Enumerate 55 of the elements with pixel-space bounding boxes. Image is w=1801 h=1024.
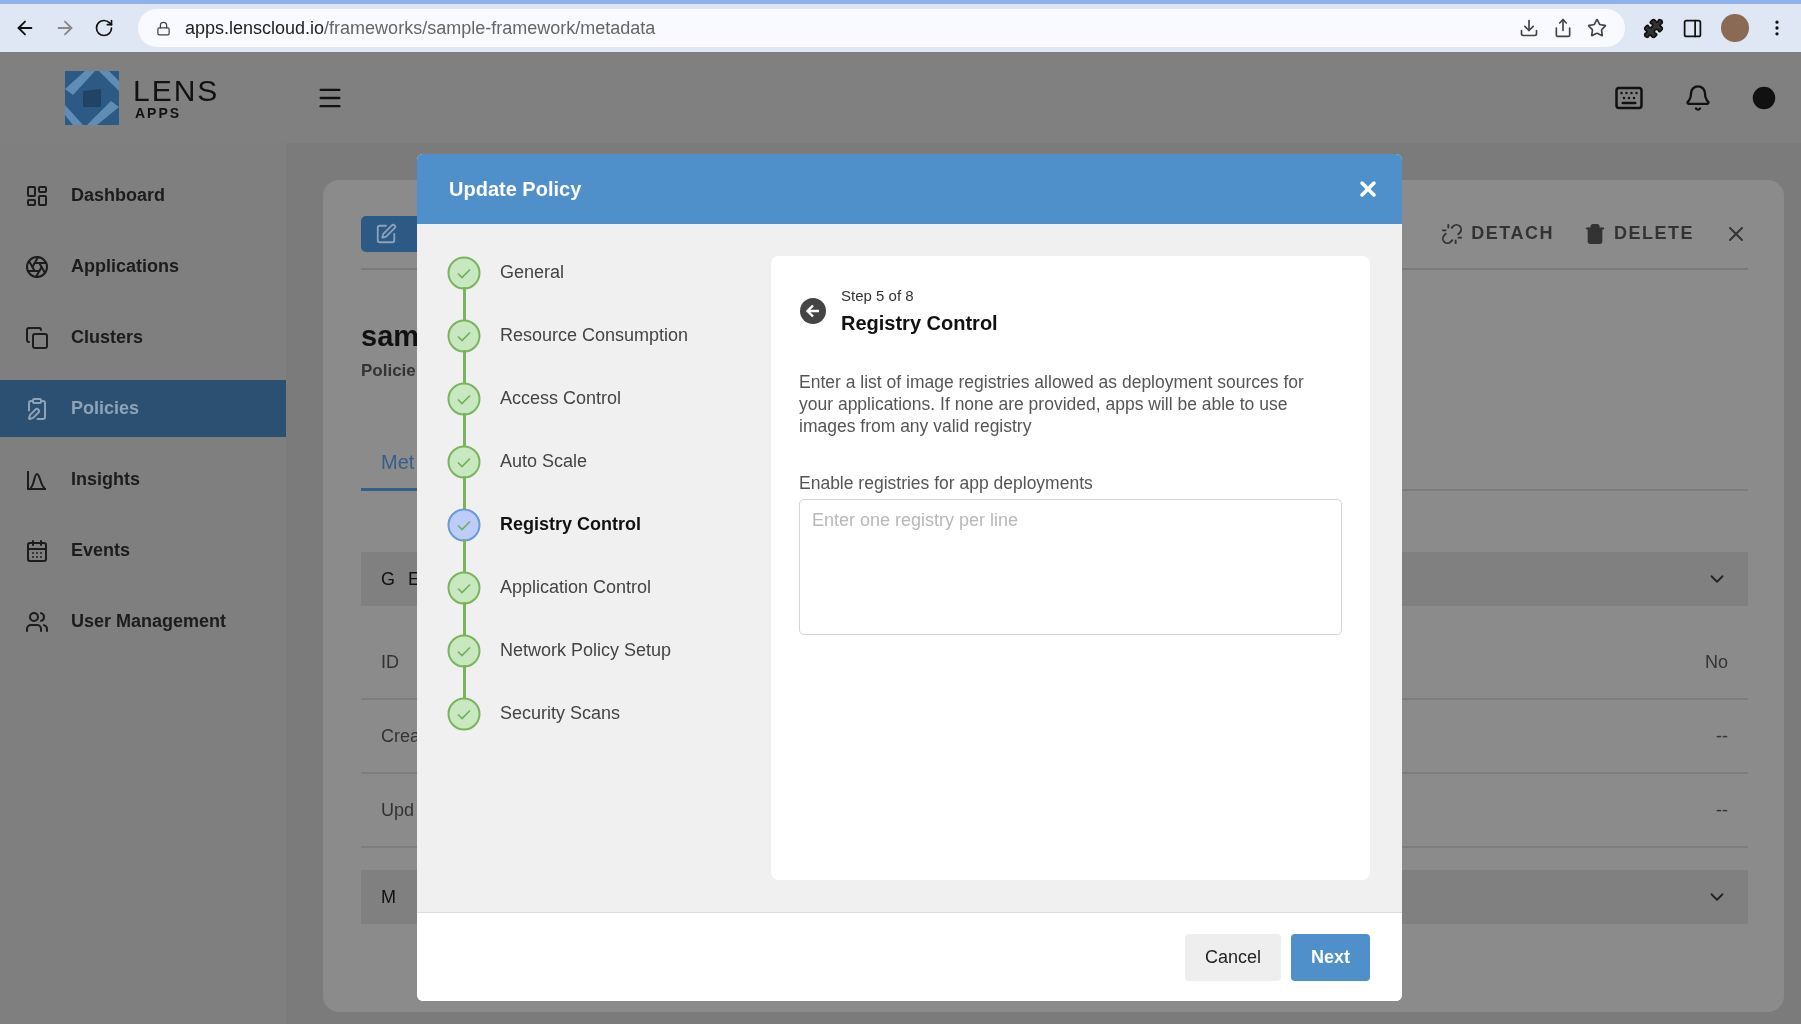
people-icon	[25, 609, 49, 634]
policy-subtitle: Policie	[361, 361, 416, 381]
lock-icon	[156, 20, 171, 36]
reload-icon[interactable]	[94, 18, 114, 38]
sidebar-item[interactable]: User Management	[0, 593, 286, 650]
unlink-icon	[1441, 222, 1464, 245]
step-label[interactable]: Application Control	[500, 577, 652, 598]
star-icon[interactable]	[1587, 18, 1607, 38]
sidebar-item[interactable]: Dashboard	[0, 167, 286, 224]
sidebar-item[interactable]: Insights	[0, 451, 286, 508]
dialog-title: Update Policy	[449, 177, 582, 201]
clipboard-icon	[25, 396, 49, 421]
sidebar-item[interactable]: Clusters	[0, 309, 286, 366]
pen-square-icon	[375, 222, 397, 245]
action-button[interactable]: DETACH	[1441, 222, 1554, 245]
dashboard-icon	[25, 183, 49, 208]
download-icon[interactable]	[1519, 18, 1539, 38]
calendar-icon	[25, 538, 49, 563]
step-description: Enter a list of image registries allowed as deployment sources for your applications. If none are provided, apps will be able to use images from any valid registry	[799, 371, 1305, 437]
step-label[interactable]: Resource Consumption	[500, 325, 689, 346]
step-label[interactable]: Network Policy Setup	[500, 640, 672, 661]
puzzle-icon[interactable]	[1643, 17, 1664, 39]
field-value: --	[1716, 725, 1728, 747]
step-label[interactable]: Security Scans	[500, 703, 621, 724]
cancel-button[interactable]: Cancel	[1184, 933, 1281, 981]
step-counter: Step 5 of 8	[841, 287, 915, 304]
sidebar-item[interactable]: Applications	[0, 238, 286, 295]
logo-subtext: APPS	[135, 105, 183, 120]
address-bar[interactable]: apps.lenscloud.io/frameworks/sample-framework/metadata	[138, 9, 1625, 47]
copy-icon	[25, 325, 49, 350]
field-label: Enable registries for app deployments	[799, 473, 1094, 494]
url-text: apps.lenscloud.io/frameworks/sample-framework/metadata	[185, 17, 656, 39]
action-button[interactable]: DELETE	[1584, 222, 1694, 245]
logo-icon	[65, 70, 119, 125]
step-label[interactable]: Registry Control	[500, 514, 641, 535]
policy-title: sam	[361, 320, 420, 353]
share-icon[interactable]	[1553, 18, 1573, 38]
field-label: ID	[381, 651, 399, 673]
next-button[interactable]: Next	[1291, 933, 1370, 981]
aperture-icon	[25, 254, 49, 279]
registry-input[interactable]: Enter one registry per line	[799, 499, 1342, 635]
logo-text: LENS	[133, 75, 220, 106]
sidebar-item[interactable]: Policies	[0, 380, 286, 437]
field-value: No	[1705, 651, 1728, 673]
side-panel-icon[interactable]	[1682, 17, 1703, 39]
step-label[interactable]: General	[500, 262, 565, 283]
step-label[interactable]: Access Control	[500, 388, 622, 409]
field-value: --	[1716, 799, 1728, 821]
sidebar-item[interactable]: Events	[0, 522, 286, 579]
field-label: Upd	[381, 799, 415, 821]
avatar[interactable]	[1721, 14, 1749, 42]
bell-icon[interactable]	[1684, 83, 1712, 112]
trash-icon	[1584, 222, 1606, 245]
step-label[interactable]: Auto Scale	[500, 451, 588, 472]
step-heading: Registry Control	[841, 312, 998, 335]
